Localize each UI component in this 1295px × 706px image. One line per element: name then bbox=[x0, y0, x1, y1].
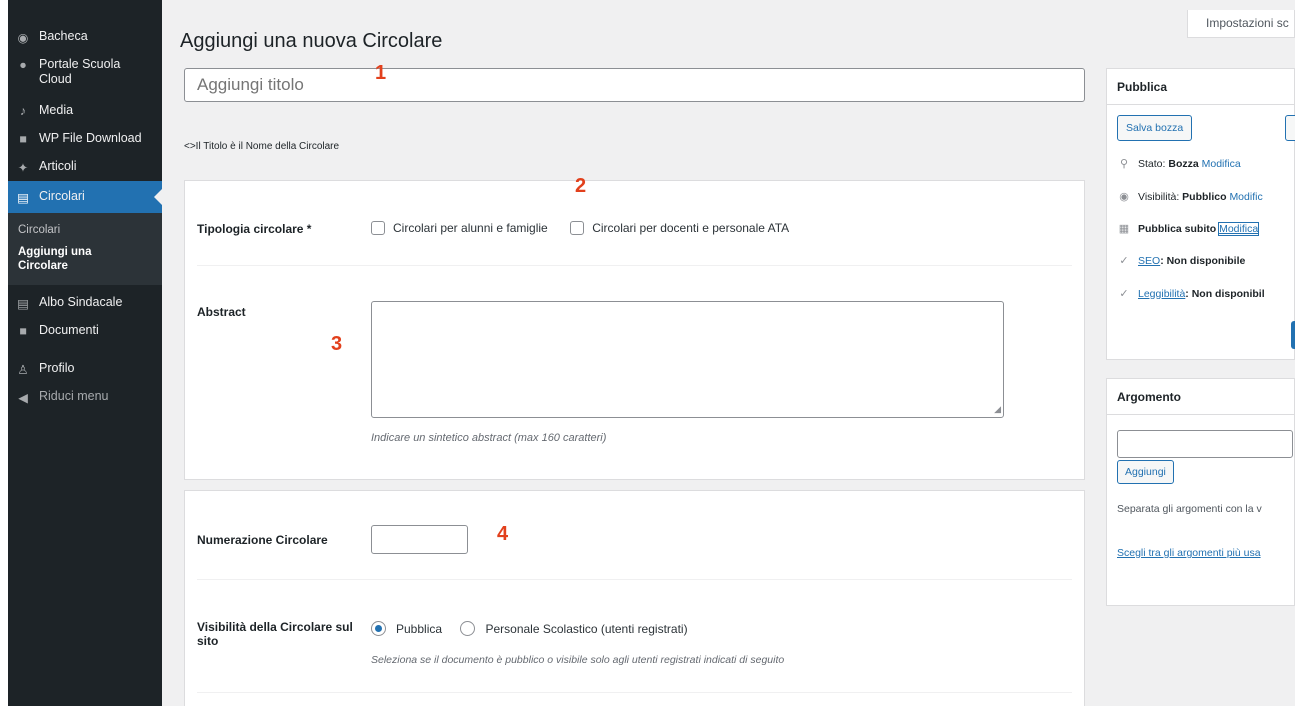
status-line: ⚲ Stato: Bozza Modifica bbox=[1117, 157, 1241, 171]
circolare-options-box: Numerazione Circolare 4 Visibilità della… bbox=[184, 490, 1085, 706]
sidebar-item-articoli[interactable]: ✦ Articoli bbox=[8, 153, 162, 181]
calendar-icon: ▦ bbox=[1118, 223, 1130, 235]
radio-personale-scolastico[interactable]: Personale Scolastico (utenti registrati) bbox=[460, 621, 688, 636]
screen-options-button[interactable]: Impostazioni sc bbox=[1187, 10, 1295, 38]
save-draft-button[interactable]: Salva bozza bbox=[1117, 115, 1193, 141]
popular-argomenti-link[interactable]: Scegli tra gli argomenti più usa bbox=[1117, 547, 1261, 559]
sidebar-item-profilo[interactable]: ♙ Profilo bbox=[8, 355, 162, 383]
sidebar-item-albo-sindacale[interactable]: ▤ Albo Sindacale bbox=[8, 289, 162, 317]
seo-line: ✓ SEO: Non disponibile bbox=[1117, 254, 1245, 268]
main-content: Aggiungi una nuova Circolare Impostazion… bbox=[162, 0, 1295, 706]
sidebar-item-circolari[interactable]: ▤ Circolari bbox=[8, 181, 162, 213]
document-icon: ▤ bbox=[17, 190, 29, 205]
numerazione-input[interactable] bbox=[371, 525, 468, 554]
callout-3: 3 bbox=[331, 333, 343, 355]
argomento-input[interactable] bbox=[1117, 430, 1293, 458]
circolari-submenu: Circolari Aggiungi una Circolare bbox=[8, 213, 162, 285]
argomento-box: Argomento Aggiungi Separata gli argoment… bbox=[1106, 378, 1295, 606]
sidebar-item-portale[interactable]: ● Portale Scuola Cloud bbox=[8, 51, 162, 93]
add-argomento-button[interactable]: Aggiungi bbox=[1117, 460, 1174, 484]
visibility-edit-link[interactable]: Modific bbox=[1229, 191, 1262, 203]
resize-handle-icon[interactable]: ◢ bbox=[994, 404, 1001, 415]
sidebar-item-wp-file-download[interactable]: ■ WP File Download bbox=[8, 125, 162, 153]
argomento-box-title: Argomento bbox=[1107, 379, 1294, 415]
media-icon: ♪ bbox=[19, 104, 27, 118]
yoast-icon: ✓ bbox=[1119, 255, 1129, 267]
abstract-label: Abstract bbox=[197, 305, 246, 319]
visibilita-description: Seleziona se il documento è pubblico o v… bbox=[371, 654, 785, 666]
checkbox-alunni-famiglie[interactable]: Circolari per alunni e famiglie bbox=[371, 221, 548, 235]
preview-button[interactable] bbox=[1285, 115, 1295, 141]
pin-icon: ✦ bbox=[17, 160, 29, 175]
dashboard-icon: ◉ bbox=[17, 30, 29, 45]
publish-button[interactable] bbox=[1291, 321, 1295, 349]
seo-link[interactable]: SEO bbox=[1138, 255, 1160, 267]
divider bbox=[197, 692, 1072, 693]
radio-circle-selected[interactable] bbox=[371, 621, 386, 636]
folder-icon: ■ bbox=[19, 132, 27, 146]
title-input[interactable] bbox=[184, 68, 1085, 102]
sidebar-item-bacheca[interactable]: ◉ Bacheca bbox=[8, 23, 162, 51]
checkbox-box[interactable] bbox=[371, 221, 385, 235]
publish-box: Pubblica Salva bozza ⚲ Stato: Bozza Modi… bbox=[1106, 68, 1295, 360]
pin-icon: ⚲ bbox=[1119, 158, 1129, 170]
eye-icon: ◉ bbox=[1119, 191, 1129, 203]
checkbox-docenti-ata[interactable]: Circolari per docenti e personale ATA bbox=[570, 221, 789, 235]
callout-2: 2 bbox=[575, 175, 587, 197]
cloud-icon: ● bbox=[19, 58, 27, 72]
numerazione-label: Numerazione Circolare bbox=[197, 533, 328, 547]
visibilita-options: Pubblica Personale Scolastico (utenti re… bbox=[371, 621, 702, 641]
page-title: Aggiungi una nuova Circolare bbox=[180, 30, 443, 52]
readability-link[interactable]: Leggibilità bbox=[1138, 288, 1185, 300]
left-edge-strip bbox=[0, 0, 8, 706]
tipologia-options: Circolari per alunni e famiglie Circolar… bbox=[371, 221, 807, 240]
sidebar-item-media[interactable]: ♪ Media bbox=[8, 97, 162, 125]
submenu-item-aggiungi[interactable]: Aggiungi una Circolare bbox=[8, 241, 118, 277]
readability-line: ✓ Leggibilità: Non disponibil bbox=[1117, 287, 1264, 301]
status-edit-link[interactable]: Modifica bbox=[1202, 158, 1241, 170]
sidebar-collapse-menu[interactable]: ◀ Riduci menu bbox=[8, 383, 162, 411]
visibilita-label: Visibilità della Circolare sul sito bbox=[197, 620, 353, 648]
sidebar-item-documenti[interactable]: ■ Documenti bbox=[8, 317, 162, 345]
user-icon: ♙ bbox=[17, 362, 29, 377]
submenu-item-circolari[interactable]: Circolari bbox=[8, 219, 162, 241]
publish-box-title: Pubblica bbox=[1107, 69, 1294, 105]
folder-icon: ■ bbox=[19, 324, 27, 338]
circolare-details-box: 2 Tipologia circolare * Circolari per al… bbox=[184, 175, 1085, 480]
tipologia-label: Tipologia circolare * bbox=[197, 222, 312, 236]
callout-4: 4 bbox=[497, 523, 509, 545]
list-icon: ▤ bbox=[17, 296, 29, 311]
radio-circle[interactable] bbox=[460, 621, 476, 636]
abstract-description: Indicare un sintetico abstract (max 160 … bbox=[371, 432, 607, 444]
divider bbox=[197, 265, 1072, 266]
collapse-icon: ◀ bbox=[18, 390, 28, 405]
argomento-separator-hint: Separata gli argomenti con la v bbox=[1117, 503, 1262, 515]
title-hint: <>Il Titolo è il Nome della Circolare bbox=[184, 141, 340, 152]
publish-actions: Salva bozza bbox=[1117, 115, 1193, 141]
callout-1: 1 bbox=[375, 62, 387, 84]
abstract-textarea[interactable]: ◢ bbox=[371, 301, 1004, 418]
divider bbox=[197, 579, 1072, 580]
radio-pubblica[interactable]: Pubblica bbox=[371, 621, 442, 636]
schedule-line: ▦ Pubblica subito Modifica bbox=[1118, 221, 1260, 236]
checkbox-box[interactable] bbox=[570, 221, 585, 235]
visibility-line: ◉ Visibilità: Pubblico Modific bbox=[1117, 190, 1263, 204]
schedule-edit-link[interactable]: Modifica bbox=[1218, 221, 1260, 236]
admin-sidebar: ◉ Bacheca ● Portale Scuola Cloud ♪ Media… bbox=[8, 0, 162, 706]
yoast-icon: ✓ bbox=[1119, 288, 1129, 300]
